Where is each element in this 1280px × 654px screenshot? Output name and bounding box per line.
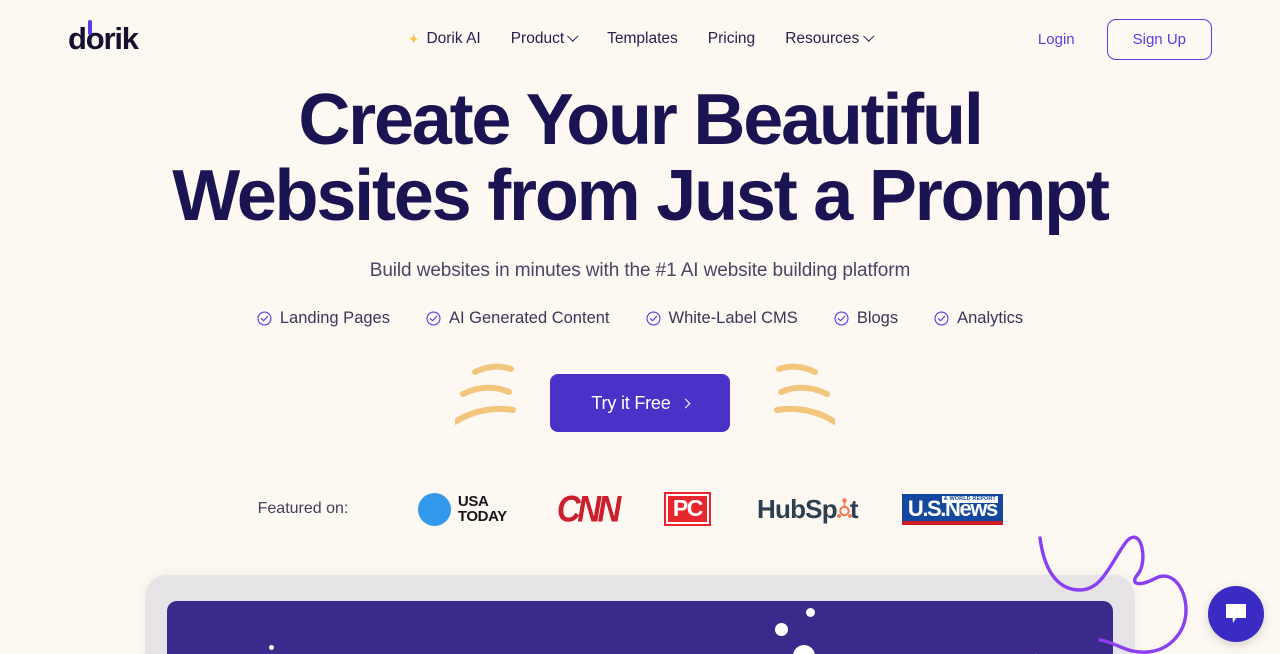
chevron-down-icon [862,30,874,42]
nav-item-resources[interactable]: Resources [785,30,874,48]
signup-button[interactable]: Sign Up [1106,18,1212,60]
us-news-logo: & WORLD REPORT U.S.News [882,493,1022,525]
nav-item-pricing[interactable]: Pricing [708,30,755,48]
main-navigation: ✦ Dorik AI Product Templates Pricing Res… [408,30,874,48]
decor-dot [806,608,815,617]
feature-item-ai-generated-content: AI Generated Content [426,309,610,328]
nav-label: Pricing [707,30,756,47]
nav-item-dorik-ai[interactable]: ✦ Dorik AI [408,30,481,48]
nav-label: Dorik AI [426,30,481,47]
try-it-free-button[interactable]: Try it Free [550,374,730,432]
decor-dot [775,623,788,636]
decorative-sparks-left-icon [455,363,516,425]
cta-label: Try it Free [591,392,671,413]
sparkle-icon: ✦ [407,30,420,47]
chevron-down-icon [567,30,579,42]
feature-label: White-Label CMS [668,309,798,327]
cnn-wordmark: CNN [556,487,622,530]
usa-today-line-1: USA [457,493,489,510]
logo-text-lead: d [68,21,87,56]
dorik-logo[interactable]: d orik [68,20,139,57]
pcmag-wordmark: PC [663,492,711,526]
feature-list: Landing Pages AI Generated Content White… [0,309,1280,328]
chat-bubble-icon [1226,604,1246,623]
pcmag-logo: PC [642,492,732,526]
usa-today-line-2: TODAY [457,508,507,525]
check-circle-icon [646,311,661,326]
feature-item-analytics: Analytics [934,309,1023,328]
check-circle-icon [934,311,949,326]
us-news-tagline: & WORLD REPORT [941,495,998,503]
featured-on-label: Featured on: [257,500,349,517]
decorative-sparks-right-icon [774,363,835,425]
site-header: d orik ✦ Dorik AI Product Templates Pric… [0,0,1280,78]
feature-item-white-label-cms: White-Label CMS [646,309,798,328]
nav-label: Templates [607,30,678,47]
page-title: Create Your Beautiful Websites from Just… [0,82,1280,234]
hubspot-wordmark-pre: HubSp [757,493,838,524]
decor-dot [793,645,815,654]
chat-widget-button[interactable] [1208,586,1264,642]
check-circle-icon [834,311,849,326]
nav-item-templates[interactable]: Templates [607,30,678,48]
cnn-logo: CNN [532,487,642,530]
feature-item-landing-pages: Landing Pages [257,309,390,328]
hubspot-sprocket-icon [836,494,852,525]
headline-line-2: Websites from Just a Prompt [172,156,1110,236]
header-actions: Login Sign Up [1038,18,1212,60]
feature-label: Landing Pages [279,309,390,327]
featured-on-strip: Featured on: USA TODAY CNN PC HubSp t & … [0,487,1280,530]
check-circle-icon [426,311,441,326]
nav-item-product[interactable]: Product [510,30,579,48]
decor-arc [174,601,530,654]
logo-text-rest: orik [85,21,139,56]
hubspot-logo: HubSp t [732,494,882,525]
feature-label: AI Generated Content [448,309,610,327]
headline-line-1: Create Your Beautiful [298,80,983,160]
cta-area: Try it Free [0,358,1280,448]
decor-arc [867,601,1113,654]
nav-label: Resources [785,30,860,47]
feature-label: Blogs [856,309,899,327]
product-screenshot-mockup [145,575,1135,654]
hero-section: Create Your Beautiful Websites from Just… [0,78,1280,530]
hero-subheadline: Build websites in minutes with the #1 AI… [369,260,911,281]
feature-label: Analytics [957,309,1024,327]
check-circle-icon [257,311,272,326]
usa-today-circle-icon [417,492,451,526]
mockup-screen [167,601,1113,654]
logo-accent-stem [88,20,92,35]
nav-label: Product [510,30,565,47]
usa-today-logo: USA TODAY [392,492,532,526]
feature-item-blogs: Blogs [834,309,898,328]
chevron-right-icon [680,398,691,408]
login-link[interactable]: Login [1038,31,1075,48]
